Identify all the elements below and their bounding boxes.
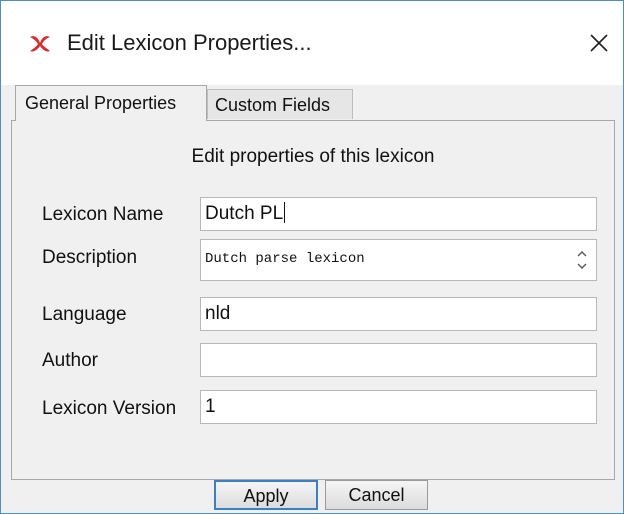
lexicon-version-field[interactable]: 1: [200, 390, 597, 424]
lexicon-name-field[interactable]: Dutch PL: [200, 197, 597, 231]
general-properties-panel: Edit properties of this lexicon Lexicon …: [11, 120, 615, 480]
lexicon-name-label: Lexicon Name: [42, 204, 164, 225]
lexicon-name-value: Dutch PL: [205, 203, 284, 224]
cancel-button[interactable]: Cancel: [325, 480, 428, 510]
dialog-body: General Properties Custom Fields Edit pr…: [1, 85, 623, 513]
tab-custom-fields[interactable]: Custom Fields: [207, 89, 353, 119]
title-bar: Edit Lexicon Properties...: [1, 1, 623, 85]
description-value: Dutch parse lexicon: [205, 251, 365, 267]
text-caret: [284, 202, 286, 223]
apply-button[interactable]: Apply: [214, 480, 318, 510]
scroll-arrows-icon[interactable]: [574, 244, 590, 276]
window-title: Edit Lexicon Properties...: [67, 30, 312, 55]
language-label: Language: [42, 304, 127, 325]
close-icon[interactable]: [585, 29, 613, 57]
author-field[interactable]: [200, 343, 597, 377]
description-field[interactable]: Dutch parse lexicon: [200, 239, 597, 281]
dialog-window: Edit Lexicon Properties... General Prope…: [0, 0, 624, 514]
form-heading: Edit properties of this lexicon: [191, 146, 435, 167]
tab-general-properties[interactable]: General Properties: [15, 85, 207, 121]
language-field[interactable]: nld: [200, 297, 597, 331]
author-label: Author: [42, 350, 98, 371]
lexicon-version-label: Lexicon Version: [42, 398, 177, 419]
description-label: Description: [42, 247, 138, 268]
app-logo-icon: [30, 36, 50, 52]
